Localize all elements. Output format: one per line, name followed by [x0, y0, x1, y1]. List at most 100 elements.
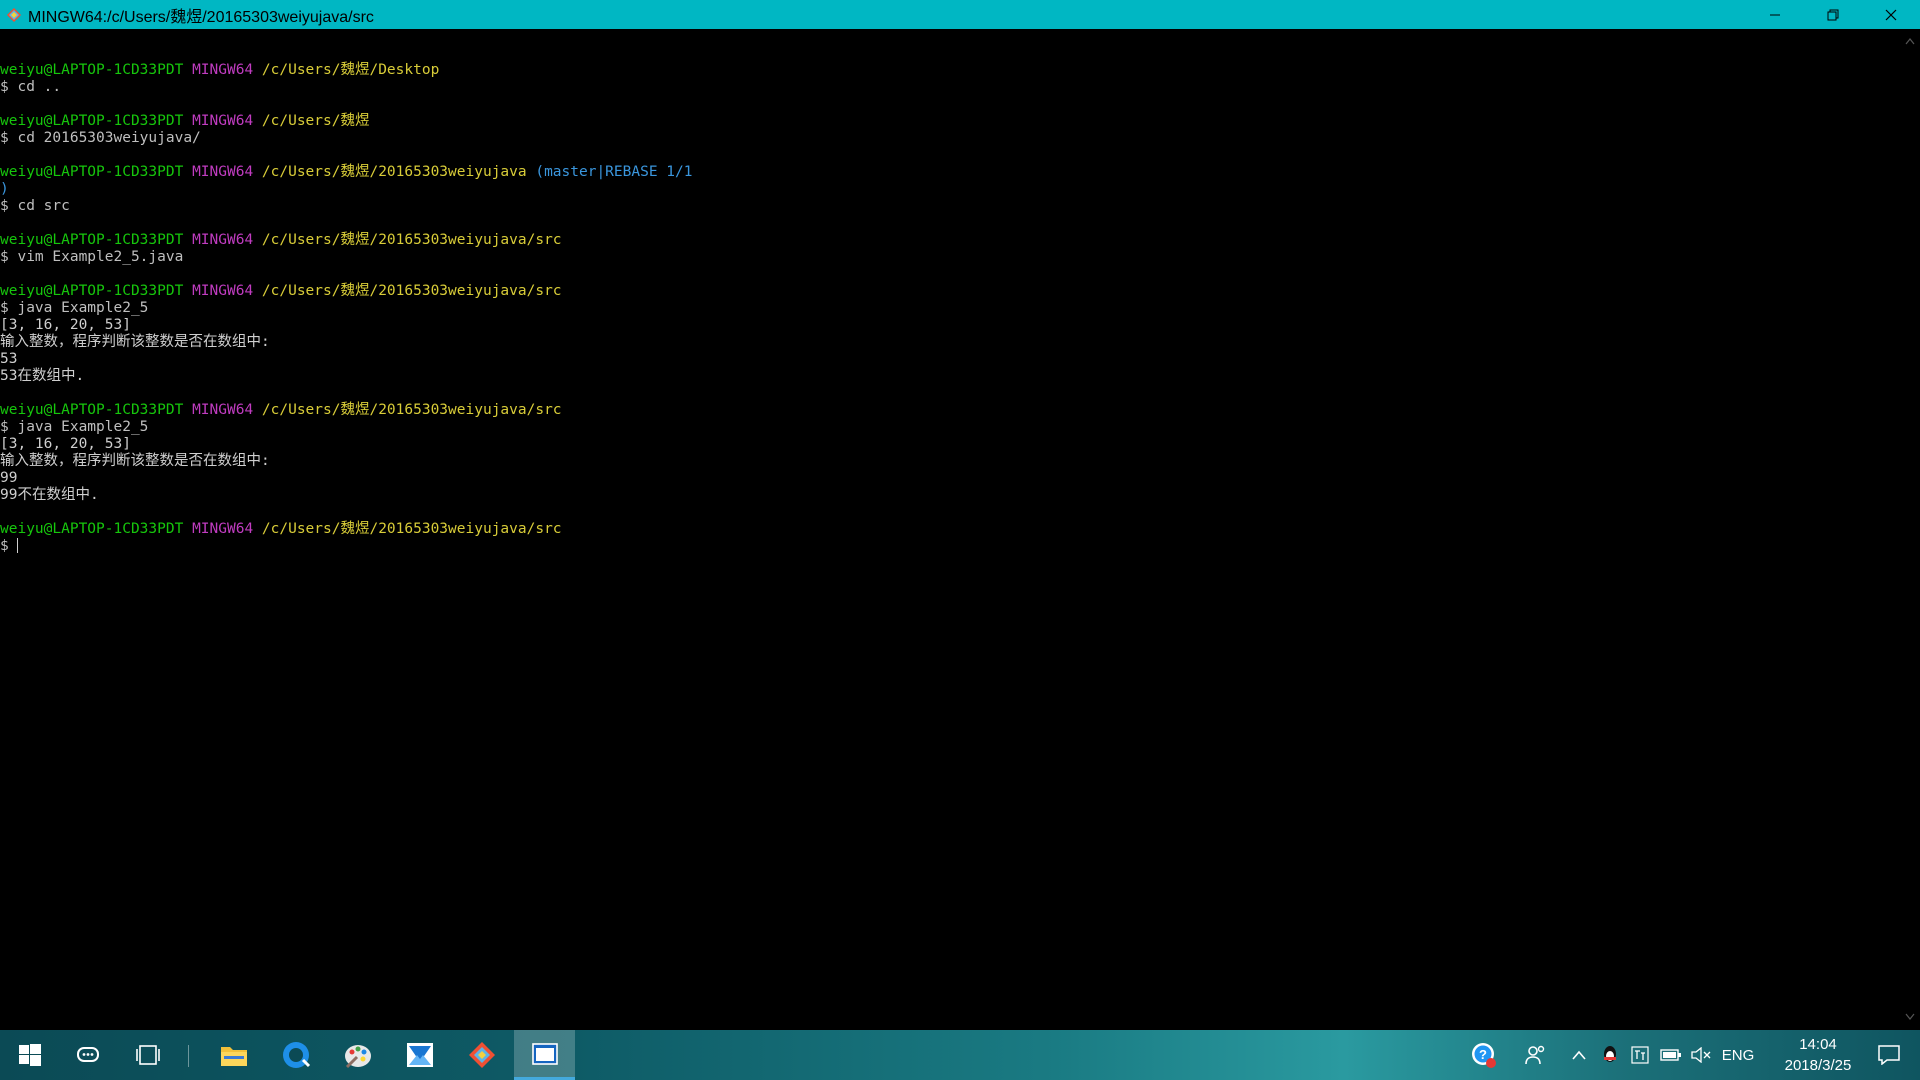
- notification-icon: [1878, 1045, 1900, 1065]
- terminal-line: $: [0, 538, 692, 555]
- action-center-button[interactable]: [1866, 1030, 1912, 1080]
- ime-tray-button[interactable]: [1628, 1030, 1652, 1080]
- people-icon: [1525, 1045, 1545, 1065]
- terminal-lines: weiyu@LAPTOP-1CD33PDT MINGW64 /c/Users/魏…: [0, 45, 692, 555]
- restore-icon: [1827, 9, 1839, 20]
- prompt-host: MINGW64: [192, 521, 254, 537]
- battery-tray-button[interactable]: [1658, 1030, 1684, 1080]
- task-view-icon: [136, 1045, 160, 1065]
- window-title: MINGW64:/c/Users/魏煜/20165303weiyujava/sr…: [28, 8, 374, 26]
- people-tray-button[interactable]: [1518, 1030, 1554, 1080]
- mail-button[interactable]: [394, 1030, 446, 1080]
- chevron-up-icon: [1572, 1050, 1586, 1060]
- chat-icon: [77, 1047, 99, 1062]
- terminal-line: weiyu@LAPTOP-1CD33PDT MINGW64 /c/Users/魏…: [0, 164, 692, 181]
- terminal-line: $ java Example2_5: [0, 300, 692, 317]
- chevron-down-icon: [1905, 1013, 1915, 1020]
- paint-button[interactable]: [332, 1030, 384, 1080]
- terminal-line: weiyu@LAPTOP-1CD33PDT MINGW64 /c/Users/魏…: [0, 521, 692, 538]
- git-button[interactable]: [456, 1030, 508, 1080]
- terminal-line: $ java Example2_5: [0, 419, 692, 436]
- terminal-line: 99: [0, 470, 692, 487]
- restore-button[interactable]: [1804, 0, 1862, 29]
- prompt-host: MINGW64: [192, 283, 254, 299]
- prompt-out: 99不在数组中.: [0, 487, 99, 503]
- git-bash-app-icon: [6, 7, 22, 23]
- show-hidden-icons-button[interactable]: [1568, 1030, 1590, 1080]
- browser-button[interactable]: [270, 1030, 322, 1080]
- prompt-git: (master|REBASE 1/1: [535, 164, 693, 180]
- terminal-line: 输入整数，程序判断该整数是否在数组中:: [0, 334, 692, 351]
- prompt-out: 99: [0, 470, 18, 486]
- terminal-text: $ vim Example2_5.java: [0, 249, 184, 265]
- taskbar: ? ENG 14:04 2018/3/25: [0, 1030, 1920, 1080]
- scroll-up-button[interactable]: [1900, 33, 1920, 49]
- terminal-line: 输入整数，程序判断该整数是否在数组中:: [0, 453, 692, 470]
- terminal-line: ): [0, 181, 692, 198]
- terminal-line: $ vim Example2_5.java: [0, 249, 692, 266]
- prompt-host: MINGW64: [192, 62, 254, 78]
- terminal-output[interactable]: weiyu@LAPTOP-1CD33PDT MINGW64 /c/Users/魏…: [0, 29, 1900, 1029]
- prompt-path: /c/Users/魏煜: [261, 113, 370, 129]
- prompt-user: weiyu@LAPTOP-1CD33PDT: [0, 521, 184, 537]
- clock[interactable]: 14:04 2018/3/25: [1778, 1034, 1858, 1076]
- volume-tray-button[interactable]: [1688, 1030, 1714, 1080]
- terminal-line: $ cd ..: [0, 79, 692, 96]
- terminal-button[interactable]: [514, 1030, 575, 1080]
- prompt-user: weiyu@LAPTOP-1CD33PDT: [0, 232, 184, 248]
- prompt-out: 53在数组中.: [0, 368, 85, 384]
- help-tray-button[interactable]: ?: [1466, 1030, 1502, 1080]
- penguin-icon: [1604, 1046, 1616, 1062]
- browser-icon: [283, 1042, 311, 1068]
- terminal-text: $ java Example2_5: [0, 300, 149, 316]
- text-cursor: [17, 538, 19, 553]
- task-view-button[interactable]: [122, 1030, 174, 1080]
- prompt-user: weiyu@LAPTOP-1CD33PDT: [0, 283, 184, 299]
- prompt-out: [3, 16, 20, 53]: [0, 436, 131, 452]
- mail-icon: [407, 1043, 433, 1067]
- window-controls: [1746, 0, 1920, 29]
- prompt-out: 53: [0, 351, 18, 367]
- minimize-icon: [1770, 14, 1780, 15]
- terminal-line: [3, 16, 20, 53]: [0, 317, 692, 334]
- prompt-path: /c/Users/魏煜/20165303weiyujava/src: [261, 283, 562, 299]
- vertical-scrollbar[interactable]: [1900, 29, 1920, 1029]
- start-button[interactable]: [4, 1030, 56, 1080]
- terminal-line: weiyu@LAPTOP-1CD33PDT MINGW64 /c/Users/魏…: [0, 402, 692, 419]
- prompt-path: /c/Users/魏煜/20165303weiyujava/src: [261, 232, 562, 248]
- prompt-path: /c/Users/魏煜/20165303weiyujava/src: [261, 521, 562, 537]
- prompt-host: MINGW64: [192, 113, 254, 129]
- prompt-path: /c/Users/魏煜/Desktop: [261, 62, 440, 78]
- prompt-git: ): [0, 181, 9, 197]
- close-button[interactable]: [1862, 0, 1920, 29]
- prompt-path: /c/Users/魏煜/20165303weiyujava: [261, 164, 527, 180]
- qq-tray-button[interactable]: [1598, 1030, 1622, 1080]
- terminal-text: $ java Example2_5: [0, 419, 149, 435]
- window-titlebar[interactable]: MINGW64:/c/Users/魏煜/20165303weiyujava/sr…: [0, 0, 1920, 29]
- minimize-button[interactable]: [1746, 0, 1804, 29]
- terminal-line: 53在数组中.: [0, 368, 692, 385]
- input-method-icon: [1631, 1046, 1649, 1064]
- cortana-button[interactable]: [62, 1030, 114, 1080]
- terminal-line: 53: [0, 351, 692, 368]
- file-explorer-button[interactable]: [208, 1030, 260, 1080]
- svg-text:?: ?: [1479, 1047, 1487, 1062]
- scroll-down-button[interactable]: [1900, 1009, 1920, 1025]
- language-indicator[interactable]: ENG: [1718, 1030, 1758, 1080]
